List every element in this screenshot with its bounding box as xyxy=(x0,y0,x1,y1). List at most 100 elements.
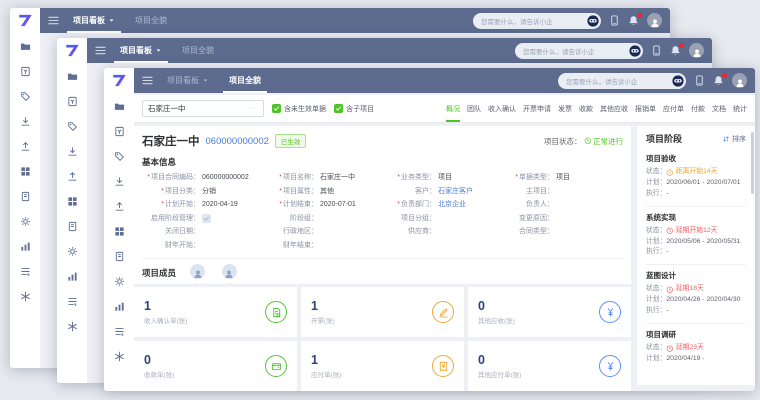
card-other-receivable[interactable]: 0其他应收(张) xyxy=(468,287,631,337)
folder-icon[interactable] xyxy=(114,101,125,112)
tab-other-receivable[interactable]: 其他应收 xyxy=(600,95,628,122)
assistant-search-input[interactable]: 您需要什么，请告诉小企 xyxy=(473,13,601,29)
customer-link[interactable]: 石家庄客户 xyxy=(438,187,473,197)
member-chip[interactable]: 于洪强 xyxy=(220,264,240,285)
tab-document[interactable]: 文档 xyxy=(712,95,726,122)
clock-icon xyxy=(666,227,674,235)
tab-expense[interactable]: 报销单 xyxy=(635,95,656,122)
card-collection[interactable]: 0收款单(张) xyxy=(134,341,297,391)
list-icon[interactable] xyxy=(67,296,78,307)
upload-icon[interactable] xyxy=(67,171,78,182)
asterisk-icon[interactable] xyxy=(20,291,31,302)
notification-badge xyxy=(679,43,684,48)
tab-overview[interactable]: 概况 xyxy=(446,95,460,122)
tab-payment[interactable]: 付款 xyxy=(691,95,705,122)
card-payable[interactable]: 1应付单(张) xyxy=(301,341,464,391)
folder-icon[interactable] xyxy=(67,71,78,82)
sort-button[interactable]: 排序 xyxy=(722,134,746,144)
grid-icon[interactable] xyxy=(20,166,31,177)
list-icon[interactable] xyxy=(114,326,125,337)
notebook-icon[interactable] xyxy=(114,251,125,262)
notifications-button[interactable] xyxy=(670,45,681,56)
receipt-icon[interactable] xyxy=(67,96,78,107)
asterisk-icon[interactable] xyxy=(67,321,78,332)
checkbox-include-sub[interactable]: 含子项目 xyxy=(334,104,374,114)
tag-icon[interactable] xyxy=(67,121,78,132)
notebook-icon[interactable] xyxy=(20,191,31,202)
member-chip[interactable]: 任贺楠 xyxy=(188,264,208,285)
receipt-icon[interactable] xyxy=(20,66,31,77)
grid-icon[interactable] xyxy=(114,226,125,237)
chart-icon[interactable] xyxy=(114,301,125,312)
nav-project-board[interactable]: 项目看板 xyxy=(67,8,121,33)
menu-icon[interactable] xyxy=(48,15,59,26)
notebook-icon[interactable] xyxy=(67,221,78,232)
receipt-icon[interactable] xyxy=(114,126,125,137)
asterisk-icon[interactable] xyxy=(114,351,125,362)
notifications-button[interactable] xyxy=(628,15,639,26)
robot-assistant-icon[interactable] xyxy=(587,15,599,27)
more-ellipsis-icon[interactable]: ··· xyxy=(248,105,258,112)
tab-collection[interactable]: 收款 xyxy=(579,95,593,122)
project-search-input[interactable]: 石家庄一中 ··· xyxy=(142,100,264,117)
window-front: 项目看板 项目全貌 您需要什么，请告诉小企 石家庄一中 ··· 含未生效单据 xyxy=(104,68,755,391)
nav-project-board[interactable]: 项目看板 xyxy=(114,38,168,63)
upload-icon[interactable] xyxy=(20,141,31,152)
upload-icon[interactable] xyxy=(114,201,125,212)
scrollbar-thumb[interactable] xyxy=(751,132,754,194)
tab-team[interactable]: 团队 xyxy=(467,95,481,122)
chart-icon[interactable] xyxy=(20,241,31,252)
stage-exec-label: 执行： xyxy=(646,189,666,200)
tab-invoice[interactable]: 发票 xyxy=(558,95,572,122)
robot-assistant-icon[interactable] xyxy=(629,45,641,57)
search-placeholder: 您需要什么，请告诉小企 xyxy=(523,46,625,56)
grid-icon[interactable] xyxy=(67,196,78,207)
chart-icon[interactable] xyxy=(67,271,78,282)
download-icon[interactable] xyxy=(67,146,78,157)
tab-revenue-confirm[interactable]: 收入确认 xyxy=(488,95,516,122)
nav-project-overview[interactable]: 项目全貌 xyxy=(223,68,267,93)
mobile-icon[interactable] xyxy=(694,75,705,86)
field-stage-mgmt: 启用阶段管理： xyxy=(142,214,260,224)
stage-plan-label: 计划： xyxy=(646,295,666,306)
tag-icon[interactable] xyxy=(20,91,31,102)
gear-icon[interactable] xyxy=(67,246,78,257)
nav-project-overview[interactable]: 项目全貌 xyxy=(176,38,220,63)
field-change-reason: 变更原因： xyxy=(496,214,623,224)
checkbox-include-inactive[interactable]: 含未生效单据 xyxy=(272,104,326,114)
tag-icon[interactable] xyxy=(114,151,125,162)
folder-icon[interactable] xyxy=(20,41,31,52)
notifications-button[interactable] xyxy=(713,75,724,86)
gear-icon[interactable] xyxy=(114,276,125,287)
stage-name: 系统实现 xyxy=(646,212,746,223)
card-revenue-confirm[interactable]: 1收入确认单(张) xyxy=(134,287,297,337)
stage-plan-value: 2020/04/19 - xyxy=(666,354,704,365)
user-avatar[interactable] xyxy=(647,13,662,28)
dept-link[interactable]: 北京企业 xyxy=(438,200,466,210)
download-icon[interactable] xyxy=(20,116,31,127)
app-sidebar xyxy=(57,38,87,383)
menu-icon[interactable] xyxy=(142,75,153,86)
field-value: 项目 xyxy=(438,173,452,183)
tab-payable[interactable]: 应付单 xyxy=(663,95,684,122)
project-code-link[interactable]: 060000000002 xyxy=(206,136,269,147)
user-avatar[interactable] xyxy=(732,73,747,88)
tab-statistics[interactable]: 统计 xyxy=(733,95,747,122)
assistant-search-input[interactable]: 您需要什么，请告诉小企 xyxy=(515,43,643,59)
card-other-payable[interactable]: 0其他应付单(张) xyxy=(468,341,631,391)
mobile-icon[interactable] xyxy=(609,15,620,26)
robot-assistant-icon[interactable] xyxy=(672,75,684,87)
assistant-search-input[interactable]: 您需要什么，请告诉小企 xyxy=(558,73,686,89)
chevron-down-icon xyxy=(108,17,115,24)
card-invoicing[interactable]: 1开票(张) xyxy=(301,287,464,337)
mobile-icon[interactable] xyxy=(651,45,662,56)
list-icon[interactable] xyxy=(20,266,31,277)
user-avatar[interactable] xyxy=(689,43,704,58)
download-icon[interactable] xyxy=(114,176,125,187)
nav-project-board[interactable]: 项目看板 xyxy=(161,68,215,93)
nav-project-overview[interactable]: 项目全貌 xyxy=(129,8,173,33)
menu-icon[interactable] xyxy=(95,45,106,56)
wallet-icon xyxy=(265,355,287,377)
gear-icon[interactable] xyxy=(20,216,31,227)
tab-invoice-request[interactable]: 开票申请 xyxy=(523,95,551,122)
